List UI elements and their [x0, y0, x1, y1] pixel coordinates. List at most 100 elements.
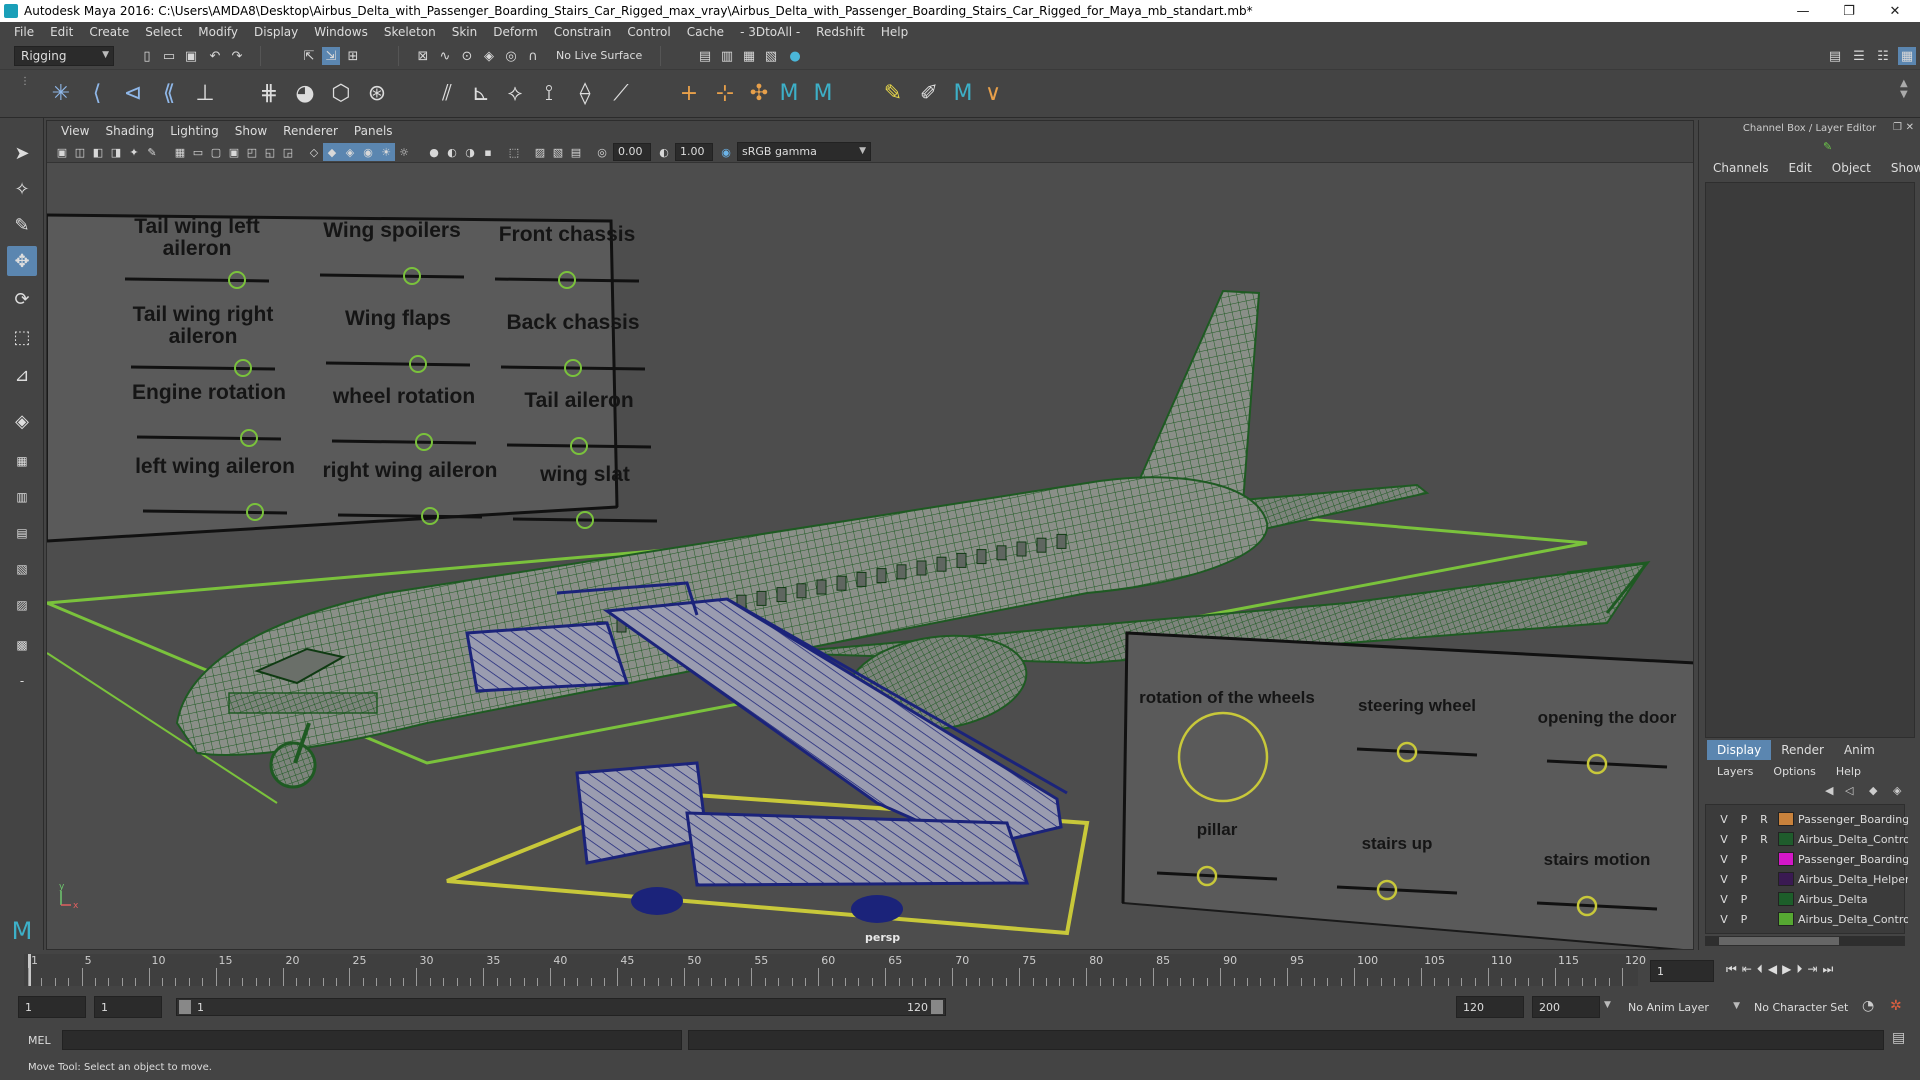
layer-row[interactable]: V P Passenger_Boarding	[1714, 849, 1914, 869]
layer-playback-toggle[interactable]: P	[1734, 853, 1754, 866]
layer-row[interactable]: V P Airbus_Delta_Contro	[1714, 909, 1914, 929]
range-start-handle[interactable]	[179, 1000, 191, 1014]
step-forward-frame-icon[interactable]: ⏵	[1796, 962, 1807, 976]
textured-icon[interactable]: ◉	[359, 143, 377, 161]
render-frame-icon[interactable]: ▥	[718, 47, 736, 65]
move-tool-icon[interactable]: ✥	[7, 246, 37, 276]
move-layer-up-icon[interactable]: ◀	[1825, 784, 1833, 797]
layer-playback-toggle[interactable]: P	[1734, 873, 1754, 886]
rotate-tool-icon[interactable]: ⟳	[7, 284, 37, 314]
anim-layer-dropdown[interactable]: No Anim Layer ▼	[1624, 998, 1740, 1018]
select-component-icon[interactable]: ⊞	[344, 47, 362, 65]
depth-of-field-icon[interactable]: ▪	[479, 143, 497, 161]
layers-help-menu[interactable]: Help	[1826, 762, 1871, 781]
graph-layout-icon[interactable]: ▨	[7, 590, 37, 620]
maya-tool-c-icon[interactable]: M	[948, 78, 978, 108]
layer-color-swatch[interactable]	[1778, 872, 1794, 886]
menu-3dtoall[interactable]: - 3DtoAll -	[732, 25, 808, 39]
menu-deform[interactable]: Deform	[485, 25, 546, 39]
animation-preferences-icon[interactable]: ✲	[1890, 998, 1902, 1014]
maya-tool-a-icon[interactable]: M	[774, 78, 804, 108]
layers-menu[interactable]: Layers	[1707, 762, 1763, 781]
menu-create[interactable]: Create	[81, 25, 137, 39]
shelf-options-icon[interactable]: ⋮	[20, 76, 30, 87]
field-chart-icon[interactable]: ◰	[243, 143, 261, 161]
paint-select-icon[interactable]: ✎	[7, 210, 37, 240]
gate-mask-icon[interactable]: ▣	[225, 143, 243, 161]
layer-name[interactable]: Airbus_Delta	[1798, 893, 1908, 906]
close-button[interactable]: ✕	[1872, 0, 1918, 22]
menu-cache[interactable]: Cache	[679, 25, 732, 39]
menu-constrain[interactable]: Constrain	[546, 25, 620, 39]
joint-tool-icon[interactable]: ✳	[46, 78, 76, 108]
wireframe-icon[interactable]: ◇	[305, 143, 323, 161]
tab-anim[interactable]: Anim	[1834, 740, 1885, 760]
outliner-layout-icon[interactable]: ▧	[7, 554, 37, 584]
animation-start-field[interactable]: 1	[18, 996, 86, 1018]
move-layer-down-icon[interactable]: ◁	[1845, 784, 1853, 797]
time-ruler[interactable]: 1 5 10 15 20 25 30 35 40 45 50 55 60 65 70 75 80 85 90 95 10…	[24, 954, 1646, 986]
select-hierarchy-icon[interactable]: ⇱	[300, 47, 318, 65]
truck-chassis[interactable]	[685, 811, 1030, 887]
point-constraint-icon[interactable]: ⊾	[466, 78, 496, 108]
layer-visible-toggle[interactable]: V	[1714, 873, 1734, 886]
ik-handle-icon[interactable]: ⟨	[82, 78, 112, 108]
step-back-key-icon[interactable]: ⇤	[1742, 962, 1757, 976]
snap-grid-icon[interactable]: ⊠	[414, 47, 432, 65]
lattice-icon[interactable]: ⬡	[326, 78, 356, 108]
range-bar[interactable]: 1 120	[176, 998, 946, 1016]
smooth-skin-icon[interactable]: ◕	[290, 78, 320, 108]
camera-attributes-icon[interactable]: ◫	[71, 143, 89, 161]
viewport-menu-view[interactable]: View	[53, 124, 97, 138]
close-panel-icon[interactable]: ✕	[1906, 122, 1914, 133]
viewport-menu-lighting[interactable]: Lighting	[162, 124, 227, 138]
four-pane-layout-icon[interactable]: ▥	[7, 482, 37, 512]
viewport-menu-panels[interactable]: Panels	[346, 124, 401, 138]
viewport-menu-shading[interactable]: Shading	[97, 124, 162, 138]
wrap-icon[interactable]: ⊛	[362, 78, 392, 108]
layer-name[interactable]: Airbus_Delta_Contro	[1798, 833, 1908, 846]
tab-render[interactable]: Render	[1771, 740, 1834, 760]
new-layer-selected-icon[interactable]: ◈	[1893, 784, 1901, 797]
play-backwards-icon[interactable]: ◀	[1768, 962, 1782, 976]
ik-spline-icon[interactable]: ⊲	[118, 78, 148, 108]
menu-control[interactable]: Control	[619, 25, 678, 39]
channels-show-menu[interactable]: Show	[1881, 158, 1920, 178]
go-to-end-icon[interactable]: ⏭	[1822, 962, 1838, 976]
layer-color-swatch[interactable]	[1778, 832, 1794, 846]
grid-icon[interactable]: ▦	[171, 143, 189, 161]
insert-joint-icon[interactable]: ⟪	[154, 78, 184, 108]
live-surface-label[interactable]: No Live Surface	[556, 49, 642, 62]
range-end-handle[interactable]	[931, 1000, 943, 1014]
smooth-shade-icon[interactable]: ◆	[323, 143, 341, 161]
menu-windows[interactable]: Windows	[306, 25, 376, 39]
layer-row[interactable]: V P Airbus_Delta	[1714, 889, 1914, 909]
truck-front-wheel[interactable]	[631, 887, 683, 915]
render-settings-icon[interactable]: ▧	[762, 47, 780, 65]
lasso-tool-icon[interactable]: ✧	[7, 174, 37, 204]
cluster-icon[interactable]: ⫽	[432, 78, 462, 108]
layer-color-swatch[interactable]	[1778, 812, 1794, 826]
menu-skeleton[interactable]: Skeleton	[376, 25, 444, 39]
single-pane-layout-icon[interactable]: ▦	[7, 446, 37, 476]
layer-row[interactable]: V P Airbus_Delta_Helper	[1714, 869, 1914, 889]
resolution-gate-icon[interactable]: ▢	[207, 143, 225, 161]
command-input[interactable]	[62, 1030, 682, 1050]
channels-menu[interactable]: Channels	[1703, 158, 1779, 178]
layers-options-menu[interactable]: Options	[1763, 762, 1825, 781]
step-forward-key-icon[interactable]: ⇥	[1807, 962, 1822, 976]
wireframe-on-shaded-icon[interactable]: ◈	[341, 143, 359, 161]
two-pane-layout-icon[interactable]: ▤	[7, 518, 37, 548]
bind-skin-icon[interactable]: ⋕	[254, 78, 284, 108]
layer-row[interactable]: V P R Passenger_Boarding	[1714, 809, 1914, 829]
render-view-icon[interactable]: ▤	[696, 47, 714, 65]
layer-name[interactable]: Airbus_Delta_Helper	[1798, 873, 1908, 886]
view-transform-dropdown[interactable]: sRGB gamma ▼	[737, 142, 871, 161]
custom-layout-icon[interactable]: ▩	[7, 630, 37, 660]
v-tool-icon[interactable]: ∨	[978, 78, 1008, 108]
save-scene-icon[interactable]: ▣	[182, 47, 200, 65]
last-tool-icon[interactable]: ◈	[7, 406, 37, 436]
channel-box-toggle-icon[interactable]: ✎	[1823, 140, 1832, 153]
menu-redshift[interactable]: Redshift	[808, 25, 873, 39]
stairs-platform[interactable]	[465, 621, 630, 693]
